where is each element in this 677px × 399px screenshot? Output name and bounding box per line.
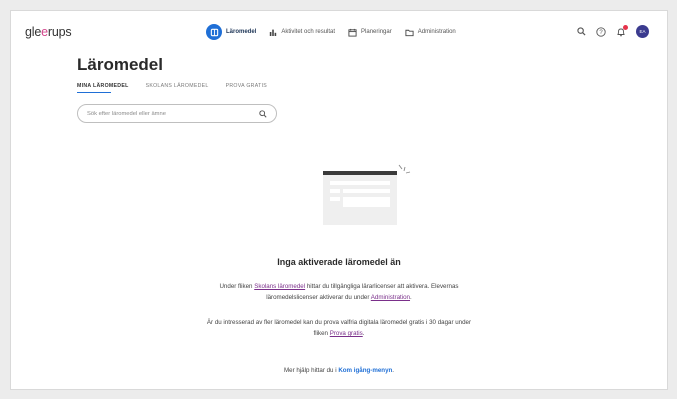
search-input[interactable] — [87, 110, 259, 117]
search-icon[interactable] — [577, 27, 586, 36]
search-icon[interactable] — [259, 109, 267, 118]
help-info: Mer hjälp hittar du i Kom igång-menyn. — [283, 367, 395, 374]
user-menu[interactable]: EA — [636, 25, 649, 38]
tab-prova-gratis[interactable]: PROVA GRATIS — [226, 83, 267, 93]
book-icon — [206, 24, 222, 40]
nav-item-planeringar[interactable]: Planeringar — [348, 28, 392, 37]
folder-icon — [405, 28, 414, 37]
top-header: gleerups Läromedel Aktivitet och resulta… — [11, 11, 667, 55]
nav-item-label: Administration — [417, 29, 456, 35]
gleerups-logo[interactable]: gleerups — [25, 25, 72, 39]
main-nav: Läromedel Aktivitet och resultat Planeri… — [206, 24, 469, 40]
app-window: gleerups Läromedel Aktivitet och resulta… — [10, 10, 668, 390]
empty-state-info: Under fliken Skolans läromedel hittar du… — [219, 283, 459, 301]
nav-item-aktivitet[interactable]: Aktivitet och resultat — [269, 28, 335, 36]
avatar: EA — [636, 25, 649, 38]
tab-skolans-laromedel[interactable]: SKOLANS LÄROMEDEL — [146, 83, 209, 93]
svg-text:?: ? — [599, 30, 603, 36]
prova-gratis-link[interactable]: Prova gratis — [330, 330, 363, 337]
bar-chart-icon — [269, 28, 277, 36]
empty-state-title: Inga aktiverade läromedel än — [277, 257, 401, 267]
nav-item-label: Planeringar — [361, 29, 392, 35]
skolans-laromedel-link[interactable]: Skolans läromedel — [254, 283, 305, 290]
kom-igang-link[interactable]: Kom igång-menyn — [338, 367, 392, 374]
nav-item-laromedel[interactable]: Läromedel — [206, 24, 256, 40]
search-box — [77, 104, 277, 123]
administration-link[interactable]: Administration — [371, 294, 410, 301]
calendar-icon — [348, 28, 357, 37]
laromedel-tabs: MINA LÄROMEDEL SKOLANS LÄROMEDEL PROVA G… — [77, 83, 284, 93]
tab-mina-laromedel[interactable]: MINA LÄROMEDEL — [77, 83, 129, 93]
notifications-icon[interactable] — [616, 24, 628, 37]
empty-state-trial-info: Är du intresserad av fler läromedel kan … — [206, 319, 472, 337]
notification-badge — [623, 24, 628, 30]
nav-item-administration[interactable]: Administration — [405, 28, 456, 37]
header-actions: ? EA — [567, 24, 649, 38]
nav-item-label: Aktivitet och resultat — [281, 29, 336, 35]
help-icon[interactable]: ? — [596, 26, 606, 37]
page-title: Läromedel — [77, 55, 163, 74]
empty-state-illustration — [321, 163, 411, 240]
nav-item-label: Läromedel — [226, 29, 257, 35]
